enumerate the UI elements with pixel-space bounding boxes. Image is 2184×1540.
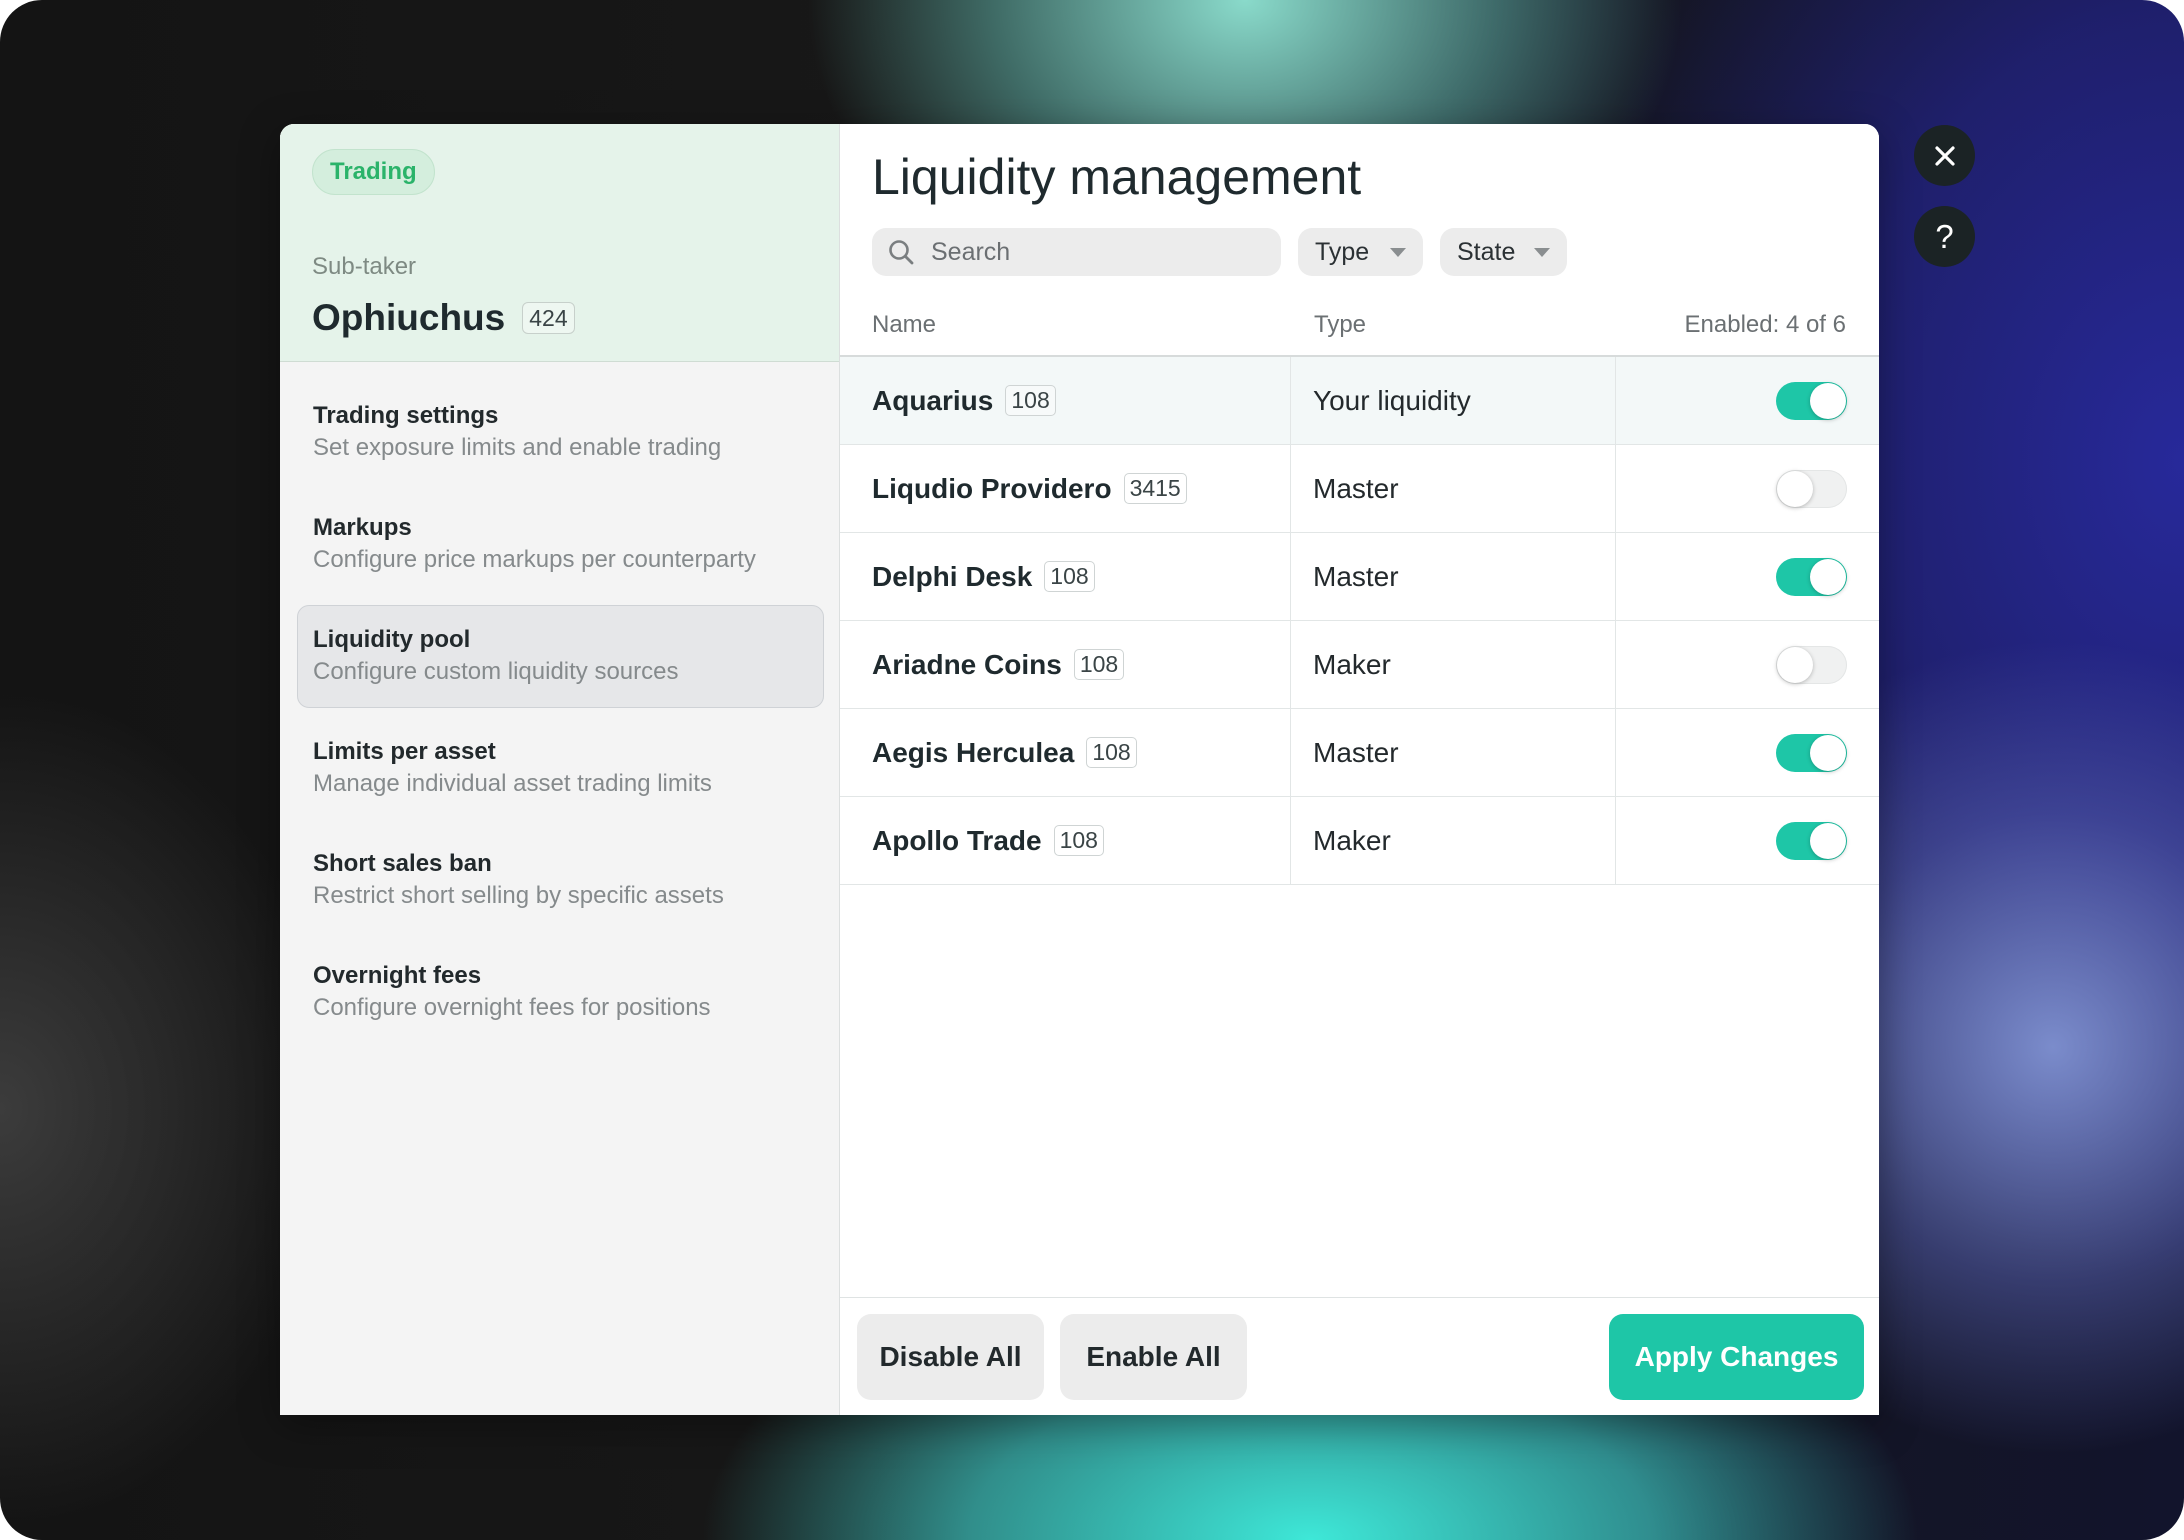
provider-id-badge: 3415 (1123, 473, 1187, 504)
enable-toggle[interactable] (1776, 821, 1847, 860)
modal-footer: Disable All Enable All Apply Changes (840, 1297, 1879, 1415)
desktop-background: Trading Sub-taker Ophiuchus 424 Trading … (0, 0, 2184, 1540)
toggle-cell (1616, 621, 1879, 708)
toggle-knob (1810, 734, 1846, 771)
name-cell: Aegis Herculea 108 (840, 709, 1291, 796)
help-button[interactable]: ? (1914, 206, 1975, 267)
sidebar-item-description: Configure custom liquidity sources (313, 658, 679, 685)
provider-type: Master (1291, 709, 1616, 796)
category-badge: Trading (312, 149, 435, 195)
page-title: Liquidity management (872, 149, 1362, 205)
toggle-cell (1616, 709, 1879, 796)
sidebar-item-markups[interactable]: Markups Configure price markups per coun… (297, 493, 824, 596)
enable-toggle[interactable] (1776, 557, 1847, 596)
toggle-cell (1616, 357, 1879, 444)
name-cell: Liqudio Providero 3415 (840, 445, 1291, 532)
provider-type: Your liquidity (1291, 357, 1616, 444)
toggle-cell (1616, 797, 1879, 884)
apply-changes-button[interactable]: Apply Changes (1609, 1314, 1864, 1400)
sidebar-header: Trading Sub-taker Ophiuchus 424 (280, 124, 839, 362)
column-header-type[interactable]: Type (1314, 295, 1366, 355)
sidebar-item-title: Short sales ban (313, 850, 492, 877)
state-filter-label: State (1457, 237, 1516, 266)
table-row[interactable]: Ariadne Coins 108 Maker (840, 621, 1879, 709)
sidebar-item-liquidity-pool[interactable]: Liquidity pool Configure custom liquidit… (297, 605, 824, 708)
provider-name: Ariadne Coins (872, 648, 1062, 680)
provider-id-badge: 108 (1086, 737, 1137, 768)
search-box[interactable] (872, 228, 1281, 276)
disable-all-button[interactable]: Disable All (857, 1314, 1044, 1400)
close-button[interactable] (1914, 125, 1975, 186)
enable-toggle[interactable] (1776, 645, 1847, 684)
toggle-knob (1810, 822, 1846, 859)
chevron-down-icon (1390, 247, 1406, 257)
sidebar-item-description: Manage individual asset trading limits (313, 770, 712, 797)
toggle-knob (1810, 382, 1846, 419)
provider-id-badge: 108 (1053, 825, 1104, 856)
sidebar-item-description: Set exposure limits and enable trading (313, 434, 722, 461)
sidebar: Trading Sub-taker Ophiuchus 424 Trading … (280, 124, 840, 1415)
sidebar-item-description: Configure price markups per counterparty (313, 546, 756, 573)
toggle-knob (1810, 558, 1846, 595)
sidebar-item-title: Liquidity pool (313, 626, 471, 653)
name-cell: Apollo Trade 108 (840, 797, 1291, 884)
liquidity-modal: Trading Sub-taker Ophiuchus 424 Trading … (280, 124, 1879, 1415)
provider-id-badge: 108 (1005, 385, 1056, 416)
close-icon (1934, 137, 1956, 175)
table-row[interactable]: Aquarius 108 Your liquidity (840, 357, 1879, 445)
provider-name: Liqudio Providero (872, 472, 1112, 504)
type-filter-dropdown[interactable]: Type (1298, 228, 1423, 276)
entity-name: Ophiuchus (312, 297, 506, 338)
table-row[interactable]: Aegis Herculea 108 Master (840, 709, 1879, 797)
provider-id-badge: 108 (1044, 561, 1095, 592)
chevron-down-icon (1534, 247, 1550, 257)
enable-toggle[interactable] (1776, 733, 1847, 772)
sidebar-item-title: Limits per asset (313, 738, 496, 765)
provider-name: Apollo Trade (872, 824, 1042, 856)
provider-name: Delphi Desk (872, 560, 1033, 592)
type-filter-label: Type (1315, 237, 1370, 266)
column-header-name[interactable]: Name (872, 295, 936, 355)
liquidity-table: Aquarius 108 Your liquidity Liqudio Prov… (840, 357, 1879, 885)
table-row[interactable]: Liqudio Providero 3415 Master (840, 445, 1879, 533)
name-cell: Aquarius 108 (840, 357, 1291, 444)
toggle-cell (1616, 533, 1879, 620)
sidebar-item-title: Overnight fees (313, 962, 482, 989)
table-row[interactable]: Delphi Desk 108 Master (840, 533, 1879, 621)
sidebar-item-description: Configure overnight fees for positions (313, 994, 711, 1021)
table-header: Name Type Enabled: 4 of 6 (840, 295, 1879, 357)
provider-type: Master (1291, 445, 1616, 532)
provider-id-badge: 108 (1073, 649, 1125, 680)
enabled-count: Enabled: 4 of 6 (1684, 311, 1846, 338)
entity-type-label: Sub-taker (312, 253, 417, 280)
enable-all-button[interactable]: Enable All (1060, 1314, 1247, 1400)
main-panel: Liquidity management Type State (840, 124, 1879, 1415)
provider-type: Master (1291, 533, 1616, 620)
sidebar-item-title: Trading settings (313, 402, 499, 429)
entity-id-badge: 424 (522, 302, 575, 334)
provider-type: Maker (1291, 797, 1616, 884)
sidebar-item-trading-settings[interactable]: Trading settings Set exposure limits and… (297, 381, 824, 484)
name-cell: Ariadne Coins 108 (840, 621, 1291, 708)
enable-toggle[interactable] (1776, 469, 1847, 508)
toggle-cell (1616, 445, 1879, 532)
sidebar-item-limits-per-asset[interactable]: Limits per asset Manage individual asset… (297, 717, 824, 820)
sidebar-item-short-sales-ban[interactable]: Short sales ban Restrict short selling b… (297, 829, 824, 932)
name-cell: Delphi Desk 108 (840, 533, 1291, 620)
provider-type: Maker (1291, 621, 1616, 708)
state-filter-dropdown[interactable]: State (1440, 228, 1567, 276)
enable-toggle[interactable] (1776, 381, 1847, 420)
provider-name: Aegis Herculea (872, 736, 1075, 768)
sidebar-item-title: Markups (313, 514, 412, 541)
toggle-knob (1777, 470, 1813, 507)
sidebar-item-overnight-fees[interactable]: Overnight fees Configure overnight fees … (297, 941, 824, 1044)
provider-name: Aquarius (872, 384, 994, 416)
toggle-knob (1777, 646, 1813, 683)
entity-title: Ophiuchus 424 (312, 295, 575, 341)
sidebar-item-description: Restrict short selling by specific asset… (313, 882, 724, 909)
table-row[interactable]: Apollo Trade 108 Maker (840, 797, 1879, 885)
search-input[interactable] (931, 228, 1261, 276)
help-icon: ? (1935, 217, 1954, 255)
